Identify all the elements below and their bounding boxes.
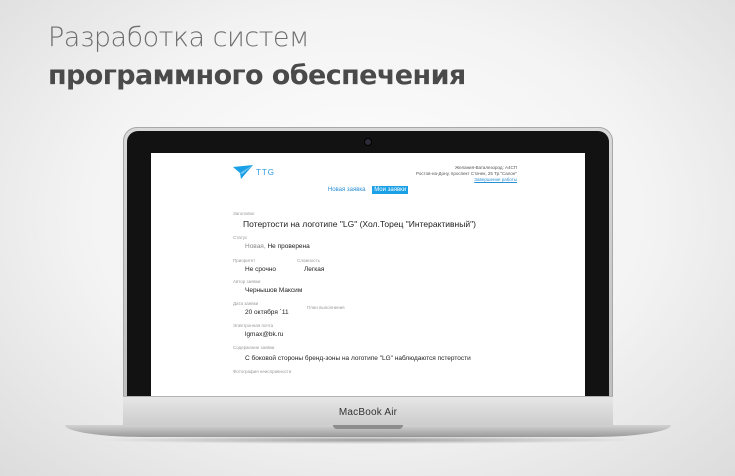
- author-value: Чернышов Максим: [245, 287, 303, 294]
- status-check: Не проверена: [267, 243, 310, 250]
- headline-line2: программного обеспечения: [48, 60, 466, 91]
- priority-label: Приоритет: [233, 258, 256, 263]
- plan-label: План выполнения: [307, 305, 345, 310]
- logout-link[interactable]: Завершение работы: [407, 177, 517, 183]
- email-label: Электронная почта: [233, 323, 274, 328]
- complexity-label: Сложность: [297, 258, 321, 263]
- laptop-lid: TTG Желания-Ваталезород: А4СП Ростов-на-…: [123, 127, 613, 405]
- priority-value: Не срочно: [245, 266, 277, 273]
- date-label: Дата заявки: [233, 301, 259, 306]
- laptop-screen: TTG Желания-Ваталезород: А4СП Ростов-на-…: [151, 153, 585, 397]
- logo-text: TTG: [256, 167, 275, 177]
- laptop-notch: [333, 425, 403, 429]
- nav-my-requests[interactable]: Мои заявки: [372, 186, 409, 194]
- status-label: Статус: [233, 235, 248, 240]
- status-value: Новая, Не проверена: [245, 243, 310, 250]
- laptop-bezel: TTG Желания-Ваталезород: А4СП Ростов-на-…: [127, 131, 609, 405]
- complexity-value: Легкая: [304, 266, 325, 273]
- contact-block: Желания-Ваталезород: А4СП Ростов-на-Дону…: [407, 165, 517, 183]
- content-label: Содержание заявки: [233, 345, 275, 350]
- ttg-logo[interactable]: TTG: [233, 165, 275, 179]
- content-value: С боковой стороны бренд-зоны на логотипе…: [245, 355, 471, 362]
- paper-plane-icon: [233, 165, 253, 179]
- date-value: 20 октября `11: [245, 309, 289, 316]
- photo-label: Фотография неисправности: [233, 369, 292, 374]
- nav-bar: Новая заявка Мои заявки: [151, 186, 585, 194]
- camera-icon: [365, 139, 371, 145]
- status-state: Новая,: [245, 243, 266, 250]
- laptop-brand: MacBook Air: [338, 407, 398, 418]
- author-label: Автор заявки: [233, 279, 261, 284]
- title-label: Заголовок: [233, 211, 255, 216]
- nav-new-request[interactable]: Новая заявка: [328, 187, 366, 193]
- headline-line1: Разработка систем: [48, 22, 309, 53]
- laptop-shadow: [95, 436, 641, 444]
- title-value: Потертости на логотипе "LG" (Хол.Торец "…: [243, 219, 476, 229]
- email-value: lgmax@bk.ru: [245, 331, 284, 338]
